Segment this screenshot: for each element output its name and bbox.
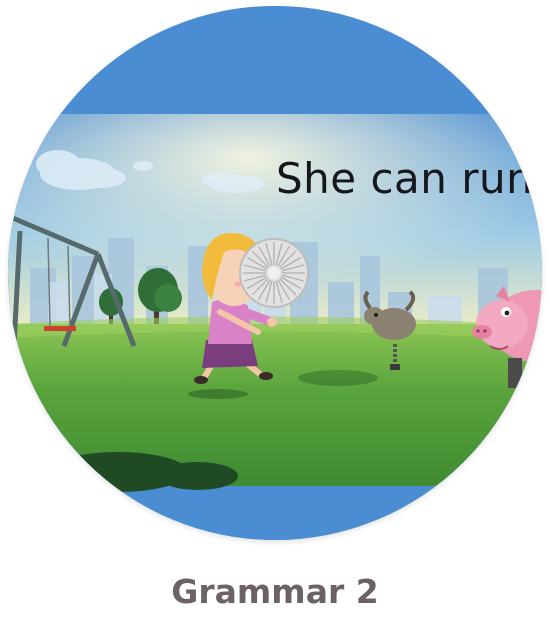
video-caption: She can run	[276, 154, 534, 203]
lesson-thumbnail[interactable]: She can run	[8, 6, 542, 540]
lesson-title[interactable]: Grammar 2	[0, 572, 550, 611]
lesson-card[interactable]: She can run Grammar 2	[0, 0, 550, 636]
video-frame	[8, 6, 542, 540]
loading-spinner-icon	[239, 238, 309, 308]
